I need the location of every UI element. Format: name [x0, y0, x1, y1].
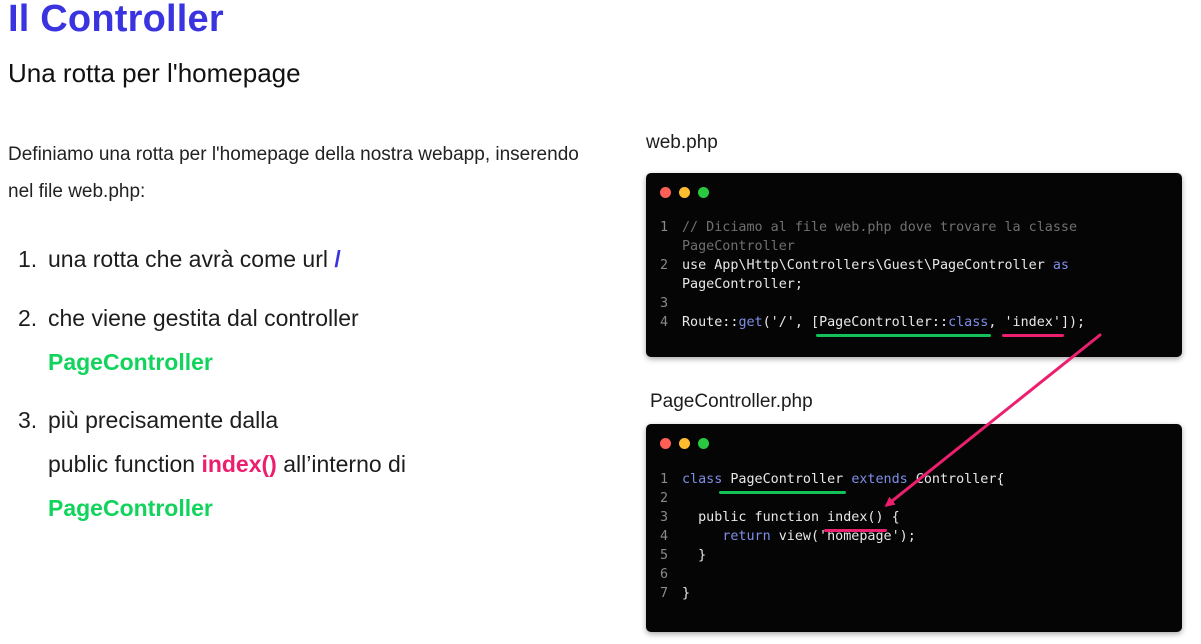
class-name-def: PageController: [719, 472, 847, 494]
web-php-label: web.php: [646, 132, 718, 153]
step-2: 2. che viene gestita dal controller Page…: [18, 296, 406, 384]
controller-name: PageController: [48, 495, 213, 521]
step-1: 1. una rotta che avrà come url /: [18, 237, 406, 281]
step-text: una rotta che avrà come url: [48, 246, 335, 272]
page-controller-code: 1 class PageController extends Controller…: [660, 472, 1005, 601]
maximize-dot-icon: [698, 438, 709, 449]
step-number: 1.: [18, 246, 38, 272]
page-controller-label: PageController.php: [650, 391, 813, 412]
code-keyword-as: as: [1052, 258, 1069, 273]
code-keyword-return: return: [722, 529, 771, 544]
close-dot-icon: [660, 438, 671, 449]
step-number: 3.: [18, 407, 38, 433]
method-def: index(): [824, 510, 888, 532]
code-get: get: [738, 315, 763, 330]
url-slash: /: [334, 246, 341, 272]
window-dots: [660, 187, 709, 198]
maximize-dot-icon: [698, 187, 709, 198]
code-use: use: [682, 258, 707, 273]
code-keyword-class: class: [682, 472, 723, 487]
code-route: Route::: [682, 315, 739, 330]
web-php-code: 1// Diciamo al file web.php dove trovare…: [660, 220, 1086, 337]
page-controller-code-window: 1 class PageController extends Controller…: [646, 424, 1182, 632]
step-text: più precisamente dalla: [48, 407, 279, 433]
step-number: 2.: [18, 305, 38, 331]
step-text: che viene gestita dal controller: [48, 305, 359, 331]
code-args: ('/', [: [762, 315, 820, 330]
code-comment: // Diciamo al file web.php dove trovare …: [682, 220, 1078, 235]
controller-name: PageController: [48, 349, 213, 375]
code-keyword-extends: extends: [851, 472, 908, 487]
page-subtitle: Una rotta per l'homepage: [8, 58, 301, 88]
window-dots: [660, 438, 709, 449]
step-text-prefix: public function: [48, 451, 202, 477]
page-title: Il Controller: [8, 0, 224, 40]
code-namespace: App\Http\Controllers\Guest\PageControlle…: [706, 258, 1053, 273]
minimize-dot-icon: [679, 438, 690, 449]
steps-list: 1. una rotta che avrà come url / 2. che …: [18, 237, 406, 530]
method-name: index(): [201, 451, 277, 477]
close-dot-icon: [660, 187, 671, 198]
minimize-dot-icon: [679, 187, 690, 198]
code-comment-cont: PageController: [682, 239, 795, 254]
code-alias: PageController;: [682, 277, 803, 292]
intro-paragraph: Definiamo una rotta per l'homepage della…: [8, 144, 579, 202]
step-text-suffix: all’interno di: [276, 451, 406, 477]
step-3: 3. più precisamente dalla public functio…: [18, 398, 406, 530]
method-string-ref: 'index': [1001, 315, 1065, 337]
web-php-code-window: 1// Diciamo al file web.php dove trovare…: [646, 173, 1182, 357]
controller-class-ref: PageController::class: [816, 315, 992, 337]
